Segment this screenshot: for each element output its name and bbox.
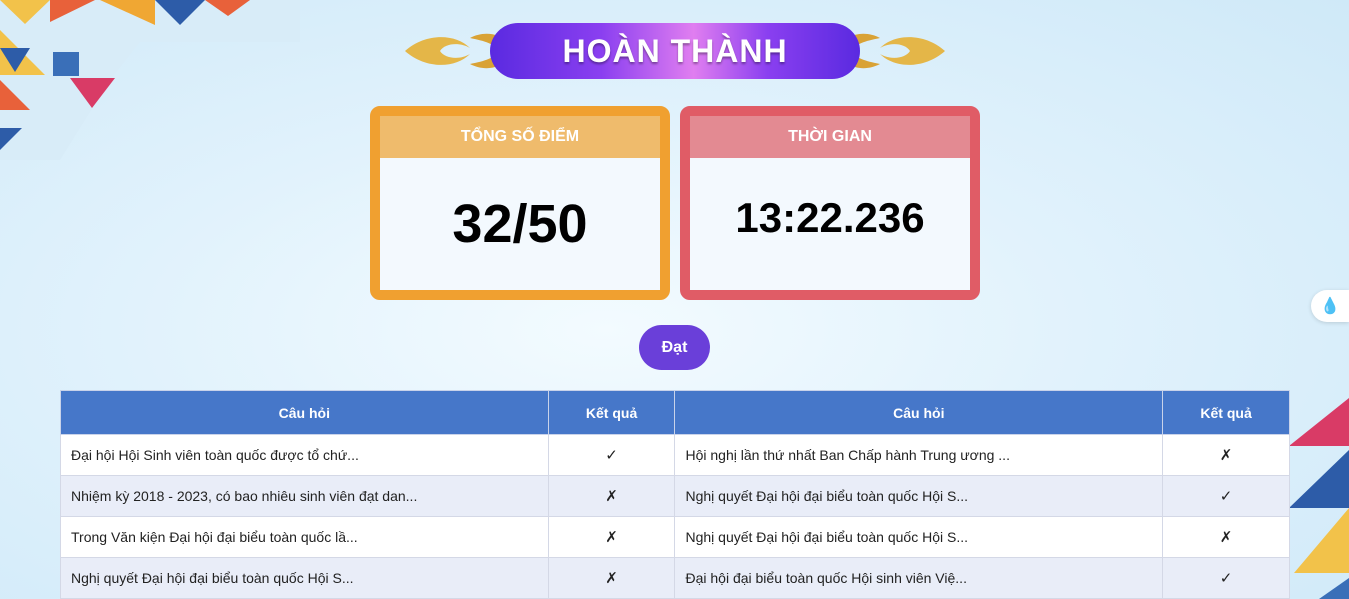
question-cell[interactable]: Đại hội Hội Sinh viên toàn quốc được tổ …	[60, 434, 549, 476]
time-value: 13:22.236	[735, 194, 925, 241]
result-mark: ✓	[547, 434, 676, 476]
question-cell[interactable]: Hội nghị lần thứ nhất Ban Chấp hành Trun…	[674, 434, 1164, 476]
completion-banner: HOÀN THÀNH	[400, 20, 950, 82]
score-card: TỔNG SỐ ĐIỂM 32/50	[370, 106, 670, 300]
table-row: Nghị quyết Đại hội đại biểu toàn quốc Hộ…	[60, 557, 1290, 599]
result-mark: ✓	[1162, 475, 1290, 517]
corner-decoration	[0, 0, 300, 160]
result-status-button[interactable]: Đạt	[639, 325, 710, 370]
sparkle-drop-icon: 💧	[1320, 298, 1340, 315]
result-mark: ✗	[1162, 434, 1290, 476]
table-header-row: Câu hỏi Kết quả Câu hỏi Kết quả	[60, 390, 1290, 435]
floating-tool-button[interactable]: 💧	[1311, 290, 1349, 322]
column-header-question: Câu hỏi	[60, 390, 549, 435]
time-label: THỜI GIAN	[690, 116, 970, 158]
score-value: 32/50	[452, 194, 588, 254]
score-label: TỔNG SỐ ĐIỂM	[380, 116, 660, 158]
time-card: THỜI GIAN 13:22.236	[680, 106, 980, 300]
column-header-result: Kết quả	[1162, 390, 1290, 435]
question-cell[interactable]: Nghị quyết Đại hội đại biểu toàn quốc Hộ…	[674, 516, 1164, 558]
table-row: Trong Văn kiện Đại hội đại biểu toàn quố…	[60, 516, 1290, 558]
question-cell[interactable]: Nhiệm kỳ 2018 - 2023, có bao nhiêu sinh …	[60, 475, 549, 517]
results-table: Câu hỏi Kết quả Câu hỏi Kết quả Đại hội …	[60, 390, 1290, 599]
result-mark: ✓	[1162, 557, 1290, 599]
banner-pill: HOÀN THÀNH	[490, 23, 860, 79]
table-row: Nhiệm kỳ 2018 - 2023, có bao nhiêu sinh …	[60, 475, 1290, 517]
question-cell[interactable]: Trong Văn kiện Đại hội đại biểu toàn quố…	[60, 516, 549, 558]
result-mark: ✗	[1162, 516, 1290, 558]
column-header-result: Kết quả	[547, 390, 676, 435]
side-decoration	[1289, 398, 1349, 599]
table-row: Đại hội Hội Sinh viên toàn quốc được tổ …	[60, 434, 1290, 476]
page-title: HOÀN THÀNH	[562, 32, 788, 69]
result-mark: ✗	[547, 475, 676, 517]
question-cell[interactable]: Nghị quyết Đại hội đại biểu toàn quốc Hộ…	[60, 557, 549, 599]
question-cell[interactable]: Đại hội đại biểu toàn quốc Hội sinh viên…	[674, 557, 1164, 599]
question-cell[interactable]: Nghị quyết Đại hội đại biểu toàn quốc Hộ…	[674, 475, 1164, 517]
result-mark: ✗	[547, 516, 676, 558]
column-header-question: Câu hỏi	[674, 390, 1164, 435]
result-mark: ✗	[547, 557, 676, 599]
